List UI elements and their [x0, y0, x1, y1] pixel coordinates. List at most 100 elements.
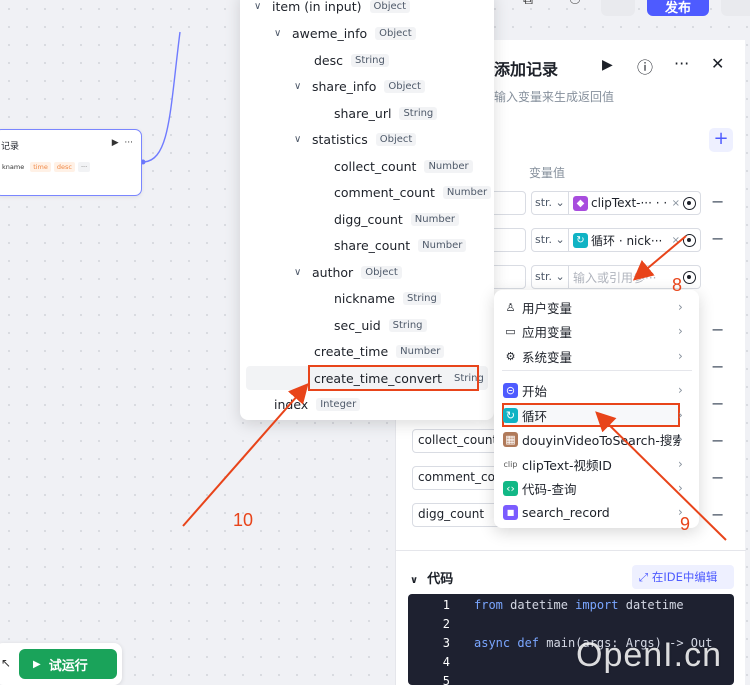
menu-item-start[interactable]: ⊝ 开始 ›: [494, 379, 699, 401]
tree-item[interactable]: ∨ aweme_info Object: [274, 22, 416, 44]
type-select[interactable]: str. ⌄: [531, 191, 569, 215]
type-select[interactable]: str. ⌄: [531, 228, 569, 252]
node-tag: kname: [2, 163, 25, 171]
clear-icon[interactable]: ×: [672, 235, 680, 246]
menu-item-label: 开始: [522, 383, 548, 399]
tree-item-label: sec_uid: [334, 317, 381, 333]
remove-row-icon[interactable]: −: [711, 505, 724, 524]
annotation-number: 8: [672, 275, 683, 295]
clear-icon[interactable]: ×: [672, 198, 680, 209]
menu-item-label: 代码-查询: [522, 481, 577, 497]
add-variable-button[interactable]: +: [709, 128, 733, 152]
menu-item-plugin[interactable]: ▦ douyinVideoToSearch-搜索 ›: [494, 428, 699, 450]
line-number: 1: [442, 598, 450, 612]
close-icon[interactable]: ✕: [711, 54, 724, 73]
tree-item[interactable]: sec_uid String: [334, 314, 427, 336]
variable-tree-dropdown: ∨ item (in input) Object ∨ aweme_info Object…: [240, 0, 494, 420]
menu-item-label: 用户变量: [522, 300, 573, 316]
code-line: 2: [408, 617, 734, 636]
annotation-number: 9: [680, 514, 691, 534]
type-badge: Object: [384, 79, 425, 93]
remove-row-icon[interactable]: −: [711, 394, 724, 413]
tree-item[interactable]: nickname String: [334, 287, 441, 309]
menu-item-cliptext[interactable]: clip clipText-视频ID ›: [494, 453, 699, 475]
tree-item[interactable]: share_count Number: [334, 234, 467, 256]
value-ref-box[interactable]: ↻ 循环 · nick··· ×: [568, 228, 701, 252]
value-ref-box[interactable]: ◆ clipText-··· · · ×: [568, 191, 701, 215]
run-node-icon[interactable]: ▶: [602, 57, 613, 73]
tree-item[interactable]: ∨ share_info Object: [294, 75, 425, 97]
menu-item-app-vars[interactable]: ▭ 应用变量 ›: [494, 320, 699, 342]
tree-item[interactable]: index Integer: [274, 393, 361, 415]
test-run-button[interactable]: ▶ 试运行: [19, 649, 117, 679]
ref-picker-icon[interactable]: [683, 270, 696, 284]
chevron-down-icon: ∨: [294, 266, 302, 278]
remove-row-icon[interactable]: −: [711, 468, 724, 487]
menu-item-code[interactable]: ‹› 代码-查询 ›: [494, 477, 699, 499]
tree-item-label: comment_count: [334, 184, 435, 200]
tree-item[interactable]: comment_count Number: [334, 181, 492, 203]
play-icon[interactable]: ▶: [112, 138, 119, 148]
remove-row-icon[interactable]: −: [711, 192, 724, 211]
menu-item-system-vars[interactable]: ⚙ 系统变量 ›: [494, 345, 699, 367]
menu-item-search-record[interactable]: ■ search_record ›: [494, 501, 699, 523]
type-badge: Integer: [316, 397, 361, 411]
tree-item[interactable]: ∨ item (in input) Object: [254, 0, 411, 17]
tree-item-label: item (in input): [272, 0, 362, 14]
code-token: from: [474, 598, 503, 612]
watermark-logo: OpenI.cn: [576, 636, 722, 674]
var-name-input[interactable]: collect_count: [412, 429, 502, 453]
ref-picker-icon[interactable]: [683, 196, 696, 210]
tree-item[interactable]: share_url String: [334, 102, 438, 124]
tree-item-label: author: [312, 264, 354, 280]
more-icon[interactable]: ···: [674, 54, 689, 73]
open-ide-button[interactable]: ⤢ 在IDE中编辑: [632, 565, 734, 589]
collaborators-icon[interactable]: [601, 0, 635, 16]
menu-item-user-vars[interactable]: ♙ 用户变量 ›: [494, 296, 699, 318]
tree-item[interactable]: desc String: [314, 49, 389, 71]
chevron-right-icon: ›: [678, 383, 683, 397]
remove-row-icon[interactable]: −: [711, 229, 724, 248]
help-icon[interactable]: ⓘ: [637, 54, 653, 78]
history-icon[interactable]: ⧉: [514, 0, 542, 22]
code-token: def: [517, 636, 540, 650]
more-top-button[interactable]: [721, 0, 750, 16]
record-node-card[interactable]: 记录 ▶ ··· kname time desc ···: [0, 129, 142, 196]
more-icon[interactable]: ···: [124, 138, 133, 148]
type-badge: String: [351, 53, 389, 67]
node-tag-more: ···: [77, 162, 91, 172]
ref-picker-icon[interactable]: [683, 233, 696, 247]
tree-item[interactable]: collect_count Number: [334, 155, 473, 177]
remove-row-icon[interactable]: −: [711, 357, 724, 376]
type-value: str.: [535, 196, 553, 209]
pointer-icon[interactable]: ↖: [1, 656, 11, 670]
annotation-box: [308, 365, 479, 391]
tree-item-label: aweme_info: [292, 25, 368, 41]
publish-button[interactable]: 发布: [647, 0, 709, 16]
tree-item[interactable]: digg_count Number: [334, 208, 459, 230]
db-icon: ■: [503, 504, 518, 520]
tree-item[interactable]: ∨ author Object: [294, 261, 402, 283]
remove-row-icon[interactable]: −: [711, 320, 724, 339]
type-value: str.: [535, 233, 553, 246]
line-number: 3: [442, 636, 450, 650]
debug-icon[interactable]: ☉: [561, 0, 589, 22]
chevron-right-icon: ›: [678, 408, 683, 422]
type-badge: Number: [396, 344, 445, 358]
type-badge: Number: [442, 185, 492, 199]
chevron-down-icon: ∨: [294, 80, 302, 92]
code-section-title[interactable]: ∨ 代码: [410, 568, 453, 587]
code-text: from datetime import datetime: [474, 598, 684, 612]
type-badge: Object: [375, 26, 416, 40]
menu-item-label: 系统变量: [522, 349, 573, 365]
var-name-input[interactable]: comment_cou: [412, 466, 502, 490]
var-name-input[interactable]: digg_count: [412, 503, 502, 527]
tree-item[interactable]: create_time Number: [314, 340, 445, 362]
type-badge: Number: [418, 238, 467, 252]
type-select[interactable]: str. ⌄: [531, 265, 569, 289]
chevron-right-icon: ›: [678, 457, 683, 471]
menu-item-loop[interactable]: ↻ 循环 ›: [494, 404, 699, 426]
remove-row-icon[interactable]: −: [711, 431, 724, 450]
tree-item[interactable]: ∨ statistics Object: [294, 128, 417, 150]
code-token: datetime: [502, 598, 576, 612]
